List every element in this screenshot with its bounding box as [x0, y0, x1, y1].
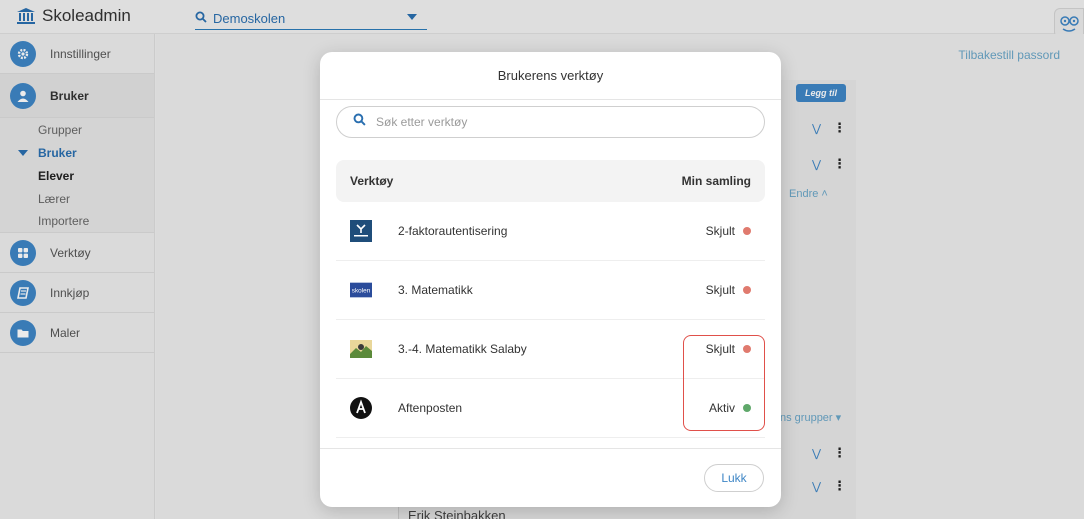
two-factor-logo-icon [350, 220, 372, 242]
highlight-box [683, 335, 765, 431]
table-row[interactable]: 2-faktorautentisering Skjult [336, 202, 765, 261]
skolen-logo-icon: skolen [350, 279, 372, 301]
status-dot [743, 227, 751, 235]
tool-name: Aftenposten [398, 401, 463, 415]
tool-search-input[interactable] [376, 115, 756, 129]
table-header: Verktøy Min samling [336, 160, 765, 202]
table-row[interactable]: skolen 3. Matematikk Skjult [336, 261, 765, 320]
tool-name: 3.-4. Matematikk Salaby [398, 342, 527, 356]
close-button[interactable]: Lukk [704, 464, 764, 492]
tools-modal: Brukerens verktøy Verktøy Min samling 2-… [320, 52, 781, 507]
tool-name: 3. Matematikk [398, 283, 473, 297]
search-icon [353, 113, 366, 131]
modal-title: Brukerens verktøy [320, 52, 781, 100]
status-toggle[interactable]: Skjult [706, 224, 751, 238]
status-toggle[interactable]: Skjult [706, 283, 751, 297]
salaby-logo-icon [350, 338, 372, 360]
column-header-tool: Verktøy [350, 174, 394, 188]
column-header-collection: Min samling [681, 174, 751, 188]
status-dot [743, 286, 751, 294]
aftenposten-logo-icon [350, 397, 372, 419]
tool-name: 2-faktorautentisering [398, 224, 508, 238]
svg-text:skolen: skolen [352, 288, 371, 295]
tool-search [336, 106, 765, 138]
modal-footer-divider [320, 448, 781, 449]
status-label: Skjult [705, 224, 735, 238]
status-label: Skjult [705, 283, 735, 297]
